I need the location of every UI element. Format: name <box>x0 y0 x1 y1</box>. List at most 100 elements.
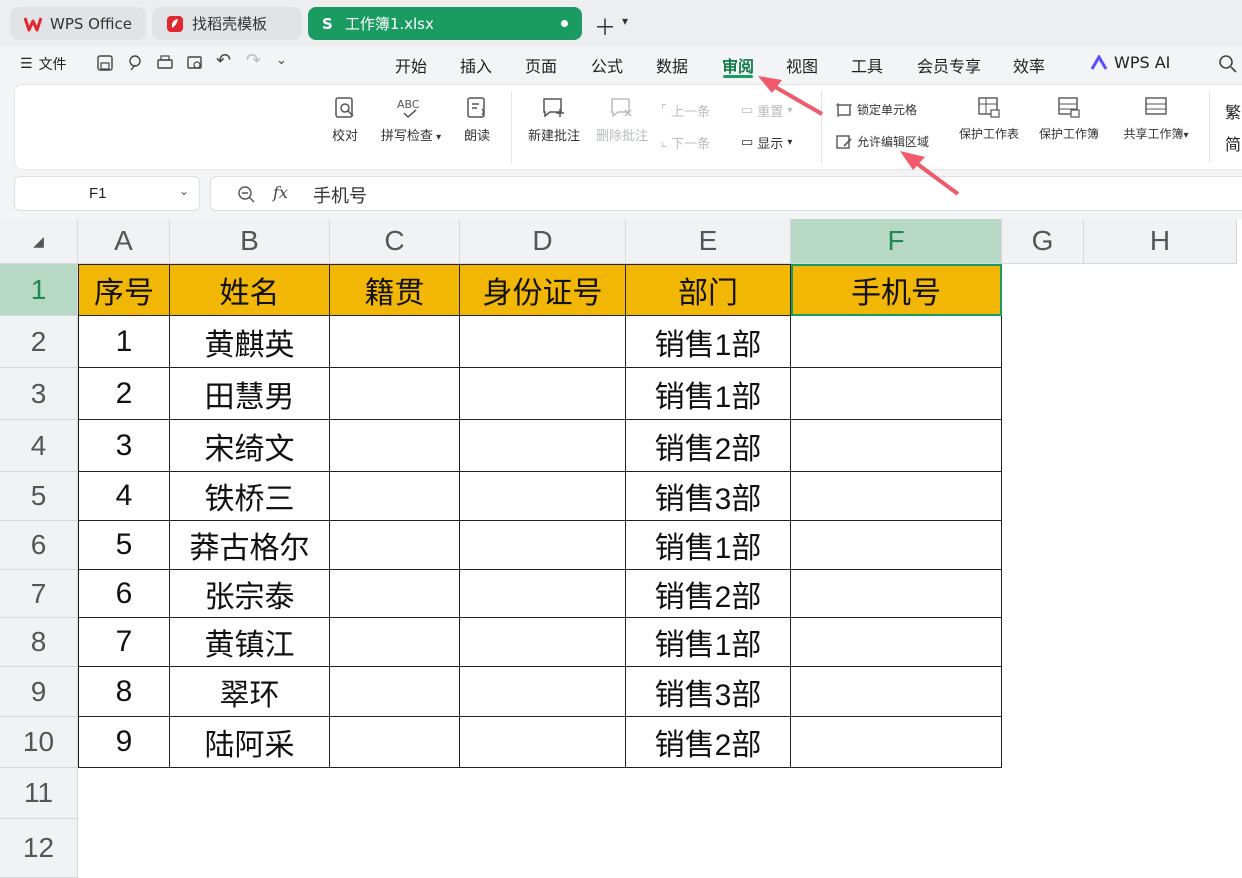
table-cell[interactable] <box>460 420 626 472</box>
table-cell[interactable] <box>791 472 1002 521</box>
menu-insert[interactable]: 插入 <box>460 53 492 77</box>
table-cell[interactable] <box>791 420 1002 472</box>
table-cell[interactable]: 销售1部 <box>626 618 791 667</box>
print-icon[interactable] <box>156 54 174 72</box>
col-header-e[interactable]: E <box>626 219 791 264</box>
table-cell[interactable]: 陆阿采 <box>170 717 330 768</box>
row-header-6[interactable]: 6 <box>0 521 78 570</box>
table-cell[interactable]: 张宗泰 <box>170 570 330 618</box>
menu-view[interactable]: 视图 <box>786 53 818 77</box>
undo-icon[interactable]: ↶ <box>216 50 231 71</box>
table-cell[interactable]: 3 <box>78 420 170 472</box>
fx-icon[interactable]: fx <box>273 183 288 202</box>
menu-home[interactable]: 开始 <box>395 53 427 77</box>
table-cell[interactable]: 莽古格尔 <box>170 521 330 570</box>
new-comment-button[interactable]: 新建批注 <box>525 95 583 144</box>
table-cell[interactable] <box>460 618 626 667</box>
table-cell[interactable]: 8 <box>78 667 170 717</box>
col-header-a[interactable]: A <box>78 219 170 264</box>
table-cell[interactable] <box>791 521 1002 570</box>
header-cell[interactable]: 部门 <box>626 264 791 316</box>
selected-cell-f1[interactable]: 手机号 <box>791 264 1002 316</box>
table-cell[interactable] <box>791 368 1002 420</box>
table-cell[interactable]: 田慧男 <box>170 368 330 420</box>
menu-page[interactable]: 页面 <box>525 53 557 77</box>
table-cell[interactable] <box>460 667 626 717</box>
chevron-down-icon[interactable]: ⌄ <box>179 184 189 198</box>
table-cell[interactable] <box>460 570 626 618</box>
table-cell[interactable]: 7 <box>78 618 170 667</box>
spellcheck-button[interactable]: ABC 拼写检查 ▾ <box>377 95 445 144</box>
simplified-chinese-button[interactable]: 简 <box>1225 131 1241 155</box>
chevron-down-icon[interactable]: ▾ <box>622 14 628 28</box>
table-cell[interactable] <box>330 521 460 570</box>
save-icon[interactable] <box>96 54 114 72</box>
row-header-10[interactable]: 10 <box>0 717 78 768</box>
col-header-d[interactable]: D <box>460 219 626 264</box>
read-aloud-button[interactable]: 朗读 <box>461 95 493 144</box>
reset-button[interactable]: ▭ 重置 ▾ <box>741 101 792 120</box>
tab-docer[interactable]: 找稻壳模板 <box>152 7 302 40</box>
next-comment-button[interactable]: ⌞ 下一条 <box>661 133 710 152</box>
table-cell[interactable]: 6 <box>78 570 170 618</box>
table-cell[interactable] <box>460 472 626 521</box>
table-cell[interactable] <box>330 570 460 618</box>
table-cell[interactable]: 9 <box>78 717 170 768</box>
menu-formula[interactable]: 公式 <box>591 53 623 77</box>
redo-icon[interactable]: ↷ <box>246 50 261 71</box>
col-header-c[interactable]: C <box>330 219 460 264</box>
output-pdf-icon[interactable] <box>126 54 144 72</box>
table-cell[interactable]: 销售2部 <box>626 420 791 472</box>
table-cell[interactable]: 黄麒英 <box>170 316 330 368</box>
table-cell[interactable] <box>330 667 460 717</box>
row-header-9[interactable]: 9 <box>0 667 78 717</box>
show-comments-button[interactable]: ▭ 显示 ▾ <box>741 133 792 152</box>
table-cell[interactable] <box>791 667 1002 717</box>
row-header-11[interactable]: 11 <box>0 768 78 819</box>
menu-data[interactable]: 数据 <box>656 53 688 77</box>
row-header-2[interactable]: 2 <box>0 316 78 368</box>
name-box[interactable]: F1 ⌄ <box>14 176 200 211</box>
share-workbook-button[interactable]: 共享工作簿▾ <box>1115 95 1197 142</box>
table-cell[interactable]: 铁桥三 <box>170 472 330 521</box>
select-all-corner[interactable]: ◢ <box>0 219 78 264</box>
table-cell[interactable] <box>460 717 626 768</box>
table-cell[interactable]: 销售3部 <box>626 667 791 717</box>
row-header-8[interactable]: 8 <box>0 618 78 667</box>
row-header-1[interactable]: 1 <box>0 264 78 316</box>
lock-cell-button[interactable]: 锁定单元格 <box>835 101 917 118</box>
row-header-4[interactable]: 4 <box>0 420 78 472</box>
table-cell[interactable] <box>330 472 460 521</box>
menu-wps-ai[interactable]: WPS AI <box>1090 53 1170 72</box>
col-header-h[interactable]: H <box>1084 219 1237 264</box>
protect-workbook-button[interactable]: 保护工作簿 <box>1033 95 1105 142</box>
tab-wps-office[interactable]: WPS Office <box>10 7 146 40</box>
table-cell[interactable] <box>791 717 1002 768</box>
traditional-chinese-button[interactable]: 繁 <box>1225 99 1241 123</box>
menu-review[interactable]: 审阅 <box>722 53 754 77</box>
protect-sheet-button[interactable]: 保护工作表 <box>953 95 1025 142</box>
file-menu[interactable]: ☰ 文件 <box>20 54 67 74</box>
row-header-5[interactable]: 5 <box>0 472 78 521</box>
col-header-b[interactable]: B <box>170 219 330 264</box>
table-cell[interactable] <box>330 420 460 472</box>
table-cell[interactable]: 销售1部 <box>626 521 791 570</box>
header-cell[interactable]: 身份证号 <box>460 264 626 316</box>
menu-tools[interactable]: 工具 <box>851 53 883 77</box>
row-header-3[interactable]: 3 <box>0 368 78 420</box>
formula-bar[interactable]: fx 手机号 <box>210 176 1242 211</box>
table-cell[interactable]: 2 <box>78 368 170 420</box>
table-cell[interactable]: 宋绮文 <box>170 420 330 472</box>
print-preview-icon[interactable] <box>186 54 204 72</box>
table-cell[interactable] <box>330 368 460 420</box>
header-cell[interactable]: 姓名 <box>170 264 330 316</box>
table-cell[interactable] <box>330 316 460 368</box>
tab-workbook[interactable]: S 工作簿1.xlsx <box>308 7 582 40</box>
table-cell[interactable] <box>791 316 1002 368</box>
table-cell[interactable]: 销售2部 <box>626 570 791 618</box>
more-chevron-icon[interactable]: ⌄ <box>276 53 287 68</box>
table-cell[interactable] <box>330 618 460 667</box>
table-cell[interactable]: 黄镇江 <box>170 618 330 667</box>
header-cell[interactable]: 序号 <box>78 264 170 316</box>
table-cell[interactable]: 1 <box>78 316 170 368</box>
